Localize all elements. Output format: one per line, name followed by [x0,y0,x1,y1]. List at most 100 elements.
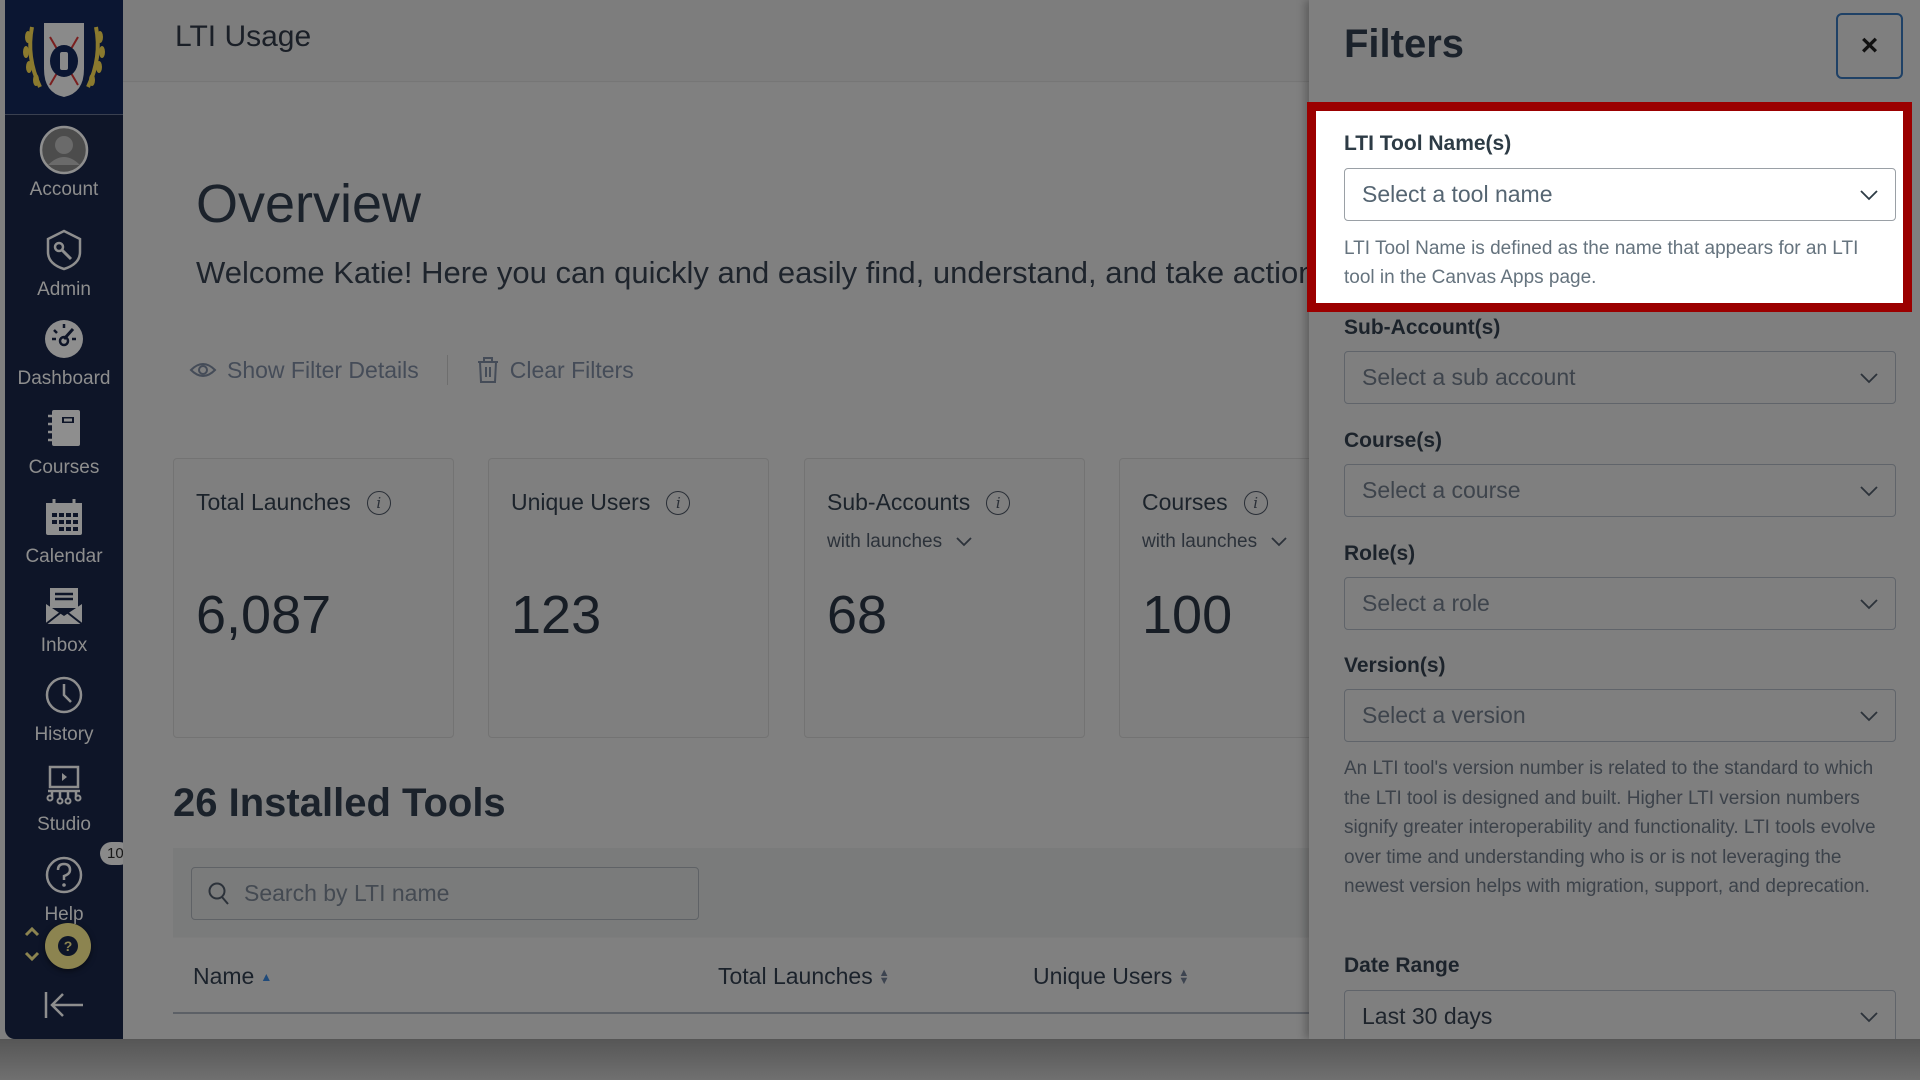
admin-shield-key-icon [39,225,89,275]
lti-tool-name-hint: LTI Tool Name is defined as the name tha… [1344,238,1859,288]
highlighted-lti-tool-name-field: LTI Tool Name(s) Select a tool name LTI … [1307,102,1912,312]
nav-item-inbox[interactable]: Inbox [5,581,123,657]
calendar-icon [39,492,89,542]
version-select[interactable]: Select a version [1344,689,1896,742]
installed-tools-heading: 26 Installed Tools [173,781,506,825]
app-window: Account Admin Dashboard Courses Calendar [0,0,1920,1039]
nav-label: Account [29,179,99,200]
card-total-launches: Total Launches i 6,087 [173,458,454,738]
collapse-nav-icon[interactable] [43,990,85,1025]
chevron-down-icon [956,537,972,547]
sub-account-select[interactable]: Select a sub account [1344,351,1896,404]
nav-label: Courses [28,457,100,478]
sort-unsorted-icon: ▲ ▼ [878,966,890,987]
card-title: Total Launches [196,489,351,515]
card-title: Sub-Accounts [827,489,971,515]
nav-label: Inbox [40,635,88,656]
chevron-down-icon [1860,189,1878,200]
column-label: Total Launches [718,963,873,989]
nav-label: Dashboard [17,368,111,389]
nav-label: Studio [37,814,91,835]
close-filters-button[interactable]: × [1836,13,1903,79]
nav-item-account[interactable]: Account [5,125,123,201]
field-label-course: Course(s) [1344,429,1443,452]
info-icon[interactable]: i [366,490,391,515]
main-content: Overview Welcome Katie! Here you can qui… [123,83,1400,1039]
nav-item-admin[interactable]: Admin [5,225,123,301]
date-range-select[interactable]: Last 30 days [1344,990,1896,1039]
nav-item-help[interactable]: 10 Help [5,842,131,926]
card-value: 6,087 [196,585,332,645]
reorder-chevrons-icon[interactable] [22,925,42,968]
field-label-role: Role(s) [1344,542,1416,565]
card-sub-accounts: Sub-Accounts i with launches 68 [804,458,1085,738]
dashboard-gauge-icon [39,314,89,364]
card-subtitle: with launches [1142,531,1258,552]
screen-bottom-band [0,1039,1920,1080]
clear-filters-button[interactable]: Clear Filters [476,356,634,384]
welcome-text: Welcome Katie! Here you can quickly and … [196,255,1359,290]
sub-accounts-scope-dropdown[interactable]: with launches [827,531,974,553]
card-unique-users: Unique Users i 123 [488,458,769,738]
help-icon: 10 [39,842,131,900]
nav-item-courses[interactable]: Courses [5,403,123,479]
nav-label: History [34,724,94,745]
studio-icon [39,760,89,810]
select-placeholder: Select a course [1362,477,1521,503]
overview-heading: Overview [196,174,422,234]
history-clock-icon [39,670,89,720]
field-label-sub-account: Sub-Account(s) [1344,316,1501,339]
trash-icon [477,357,498,383]
select-placeholder: Select a sub account [1362,364,1576,390]
divider [446,355,448,385]
chevron-down-icon [1860,372,1878,383]
card-value: 68 [827,585,888,645]
account-avatar-icon [39,125,89,175]
field-label-lti-tool-name: LTI Tool Name(s) [1344,132,1512,155]
info-icon[interactable]: i [986,490,1011,515]
card-subtitle: with launches [827,531,943,552]
tools-table-header: Name ▲ Total Launches ▲ ▼ Unique Users ▲ ▼ [173,938,1309,1014]
filters-title: Filters [1344,22,1465,66]
card-title: Courses [1142,489,1228,515]
sort-unsorted-icon: ▲ ▼ [1178,966,1190,987]
search-icon [208,882,229,905]
help-fab-button[interactable]: ? [45,923,91,969]
role-select[interactable]: Select a role [1344,577,1896,630]
card-value: 100 [1142,585,1233,645]
nav-item-calendar[interactable]: Calendar [5,492,123,568]
field-label-version: Version(s) [1344,654,1446,677]
version-hint: An LTI tool's version number is related … [1344,758,1876,897]
crest-icon [23,23,105,97]
select-value: Last 30 days [1362,1003,1493,1029]
column-header-unique-users[interactable]: Unique Users ▲ ▼ [1033,963,1189,990]
chevron-down-icon [1271,537,1287,547]
global-nav-sidebar: Account Admin Dashboard Courses Calendar [5,0,131,1039]
page-header: LTI Usage [123,0,1309,82]
nav-label: Admin [37,279,91,300]
column-header-name[interactable]: Name ▲ [193,963,272,990]
info-icon[interactable]: i [1243,490,1268,515]
lti-search-input[interactable]: Search by LTI name [191,867,699,920]
courses-notebook-icon [39,403,89,453]
chevron-down-icon [1860,1011,1878,1022]
clear-filters-label: Clear Filters [509,356,634,383]
question-mark-icon: ? [58,936,78,956]
select-placeholder: Select a version [1362,702,1526,728]
page-title: LTI Usage [175,20,312,53]
nav-item-history[interactable]: History [5,670,123,746]
info-icon[interactable]: i [666,490,691,515]
column-header-total-launches[interactable]: Total Launches ▲ ▼ [718,963,890,990]
filter-actions: Show Filter Details Clear Filters [189,355,634,385]
chevron-down-icon [1860,598,1878,609]
column-label: Unique Users [1033,963,1173,989]
chevron-down-icon [1860,710,1878,721]
institution-crest-logo[interactable] [5,0,123,115]
course-select[interactable]: Select a course [1344,464,1896,517]
show-filter-details-button[interactable]: Show Filter Details [189,357,419,384]
courses-scope-dropdown[interactable]: with launches [1142,531,1289,553]
sort-ascending-icon: ▲ [260,969,273,984]
nav-item-studio[interactable]: Studio [5,760,123,836]
lti-tool-name-select[interactable]: Select a tool name [1344,168,1896,221]
nav-item-dashboard[interactable]: Dashboard [5,314,123,390]
